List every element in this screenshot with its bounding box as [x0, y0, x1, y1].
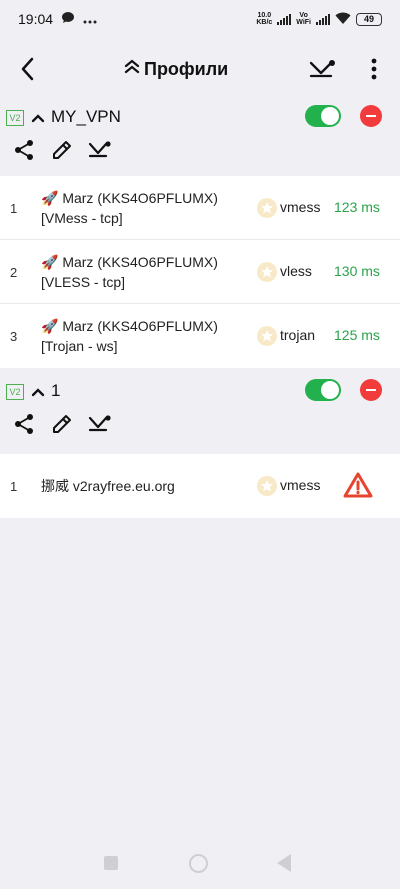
- server-name-line1: 🚀 Marz (KKS4O6PFLUMX): [41, 318, 218, 334]
- wifi-icon: [335, 11, 351, 27]
- server-number: 1: [10, 479, 18, 494]
- back-arrow-icon: [20, 57, 34, 86]
- server-row[interactable]: 2 🚀 Marz (KKS4O6PFLUMX) [VLESS - tcp] vl…: [0, 240, 400, 304]
- group-enable-toggle[interactable]: [305, 105, 341, 127]
- group-enable-toggle[interactable]: [305, 379, 341, 401]
- server-name: 🚀 Marz (KKS4O6PFLUMX) [VMess - tcp]: [41, 188, 251, 228]
- remove-group-button[interactable]: [360, 379, 382, 401]
- status-bar: 19:04 10.0 KB/c Vo WiFi 49: [0, 0, 400, 38]
- server-latency: 123 ms: [334, 199, 380, 215]
- server-name-line1: 🚀 Marz (KKS4O6PFLUMX): [41, 190, 218, 206]
- server-latency: 130 ms: [334, 263, 380, 279]
- signal-icon: [316, 13, 330, 25]
- test-speed-icon[interactable]: [88, 412, 112, 436]
- edit-icon[interactable]: [50, 412, 74, 436]
- vowifi-indicator: Vo WiFi: [296, 12, 311, 26]
- server-name: 挪威 v2rayfree.eu.org: [41, 476, 251, 496]
- server-protocol: vmess: [280, 477, 321, 493]
- server-row[interactable]: 3 🚀 Marz (KKS4O6PFLUMX) [Trojan - ws] tr…: [0, 304, 400, 368]
- profile-group: V2 MY_VPN 1 🚀 Marz (KKS4O6PFLUMX) [VMess…: [0, 100, 400, 368]
- server-name-line1: 🚀 Marz (KKS4O6PFLUMX): [41, 254, 218, 270]
- star-icon[interactable]: [257, 326, 277, 346]
- share-icon[interactable]: [12, 412, 36, 436]
- group-actions: [12, 412, 112, 436]
- page-title: Профили: [144, 59, 229, 79]
- test-speed-icon: [309, 59, 337, 84]
- server-name: 🚀 Marz (KKS4O6PFLUMX) [Trojan - ws]: [41, 316, 251, 356]
- system-nav-bar: [0, 838, 400, 889]
- vowifi-top: Vo: [299, 12, 308, 19]
- server-protocol: vless: [280, 263, 312, 279]
- chevron-up-icon[interactable]: [30, 384, 46, 400]
- profile-group: V2 1 1 挪威 v2rayfree.eu.org vmess: [0, 374, 400, 518]
- test-speed-icon[interactable]: [88, 138, 112, 162]
- server-latency: 125 ms: [334, 327, 380, 343]
- group-badge: V2: [6, 110, 24, 126]
- overflow-menu-button[interactable]: [360, 56, 388, 86]
- star-icon[interactable]: [257, 198, 277, 218]
- server-row[interactable]: 1 挪威 v2rayfree.eu.org vmess: [0, 454, 400, 518]
- edit-icon[interactable]: [50, 138, 74, 162]
- server-list: 1 挪威 v2rayfree.eu.org vmess: [0, 454, 400, 518]
- remove-group-button[interactable]: [360, 105, 382, 127]
- app-toolbar: Профили: [0, 46, 400, 96]
- server-name: 🚀 Marz (KKS4O6PFLUMX) [VLESS - tcp]: [41, 252, 251, 292]
- star-icon[interactable]: [257, 476, 277, 496]
- double-chevron-up-icon: [124, 58, 140, 81]
- server-protocol: trojan: [280, 327, 316, 343]
- net-speed: 10.0 KB/c: [256, 12, 272, 26]
- title-collapse-toggle[interactable]: Профили: [124, 58, 228, 81]
- server-name-line2: [VMess - tcp]: [41, 210, 123, 226]
- battery-level: 49: [363, 14, 374, 24]
- group-name[interactable]: MY_VPN: [51, 107, 121, 127]
- net-speed-value: 10.0: [257, 12, 272, 19]
- server-name-line2: [VLESS - tcp]: [41, 274, 126, 290]
- warning-icon: [343, 471, 373, 499]
- group-name[interactable]: 1: [51, 381, 60, 401]
- more-vert-icon: [371, 58, 377, 85]
- more-dots-icon: [83, 11, 97, 27]
- server-number: 1: [10, 201, 18, 216]
- group-badge: V2: [6, 384, 24, 400]
- server-row[interactable]: 1 🚀 Marz (KKS4O6PFLUMX) [VMess - tcp] vm…: [0, 176, 400, 240]
- server-number: 2: [10, 265, 18, 280]
- recents-button[interactable]: [104, 856, 118, 870]
- server-list: 1 🚀 Marz (KKS4O6PFLUMX) [VMess - tcp] vm…: [0, 176, 400, 368]
- chat-bubble-icon: [61, 11, 75, 27]
- vowifi-bottom: WiFi: [296, 19, 311, 26]
- star-icon[interactable]: [257, 262, 277, 282]
- group-header: V2 1: [0, 374, 400, 454]
- status-time: 19:04: [18, 11, 54, 27]
- net-speed-unit: KB/c: [256, 19, 273, 26]
- system-back-button[interactable]: [277, 854, 291, 872]
- group-actions: [12, 138, 112, 162]
- share-icon[interactable]: [12, 138, 36, 162]
- server-name-line2: [Trojan - ws]: [41, 338, 118, 354]
- group-header: V2 MY_VPN: [0, 100, 400, 176]
- server-number: 3: [10, 329, 18, 344]
- home-button[interactable]: [189, 854, 208, 873]
- server-protocol: vmess: [280, 199, 321, 215]
- battery-icon: 49: [356, 12, 382, 26]
- test-all-button[interactable]: [308, 56, 338, 86]
- signal-icon: [277, 13, 292, 25]
- chevron-up-icon[interactable]: [30, 110, 46, 126]
- server-name-line1: 挪威 v2rayfree.eu.org: [41, 478, 175, 494]
- back-button[interactable]: [12, 56, 42, 86]
